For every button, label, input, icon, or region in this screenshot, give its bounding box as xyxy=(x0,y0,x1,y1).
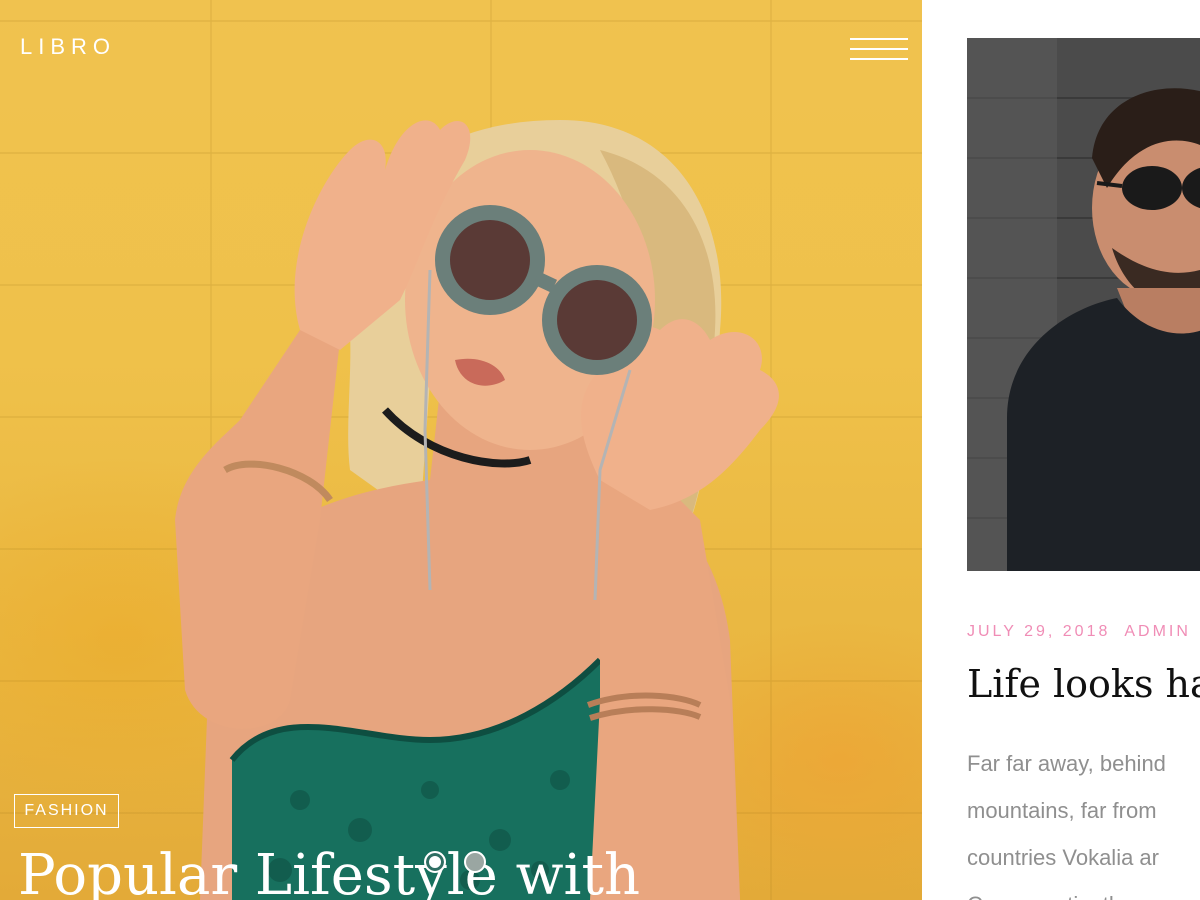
slider-dot-1[interactable] xyxy=(424,851,446,873)
hamburger-menu-icon[interactable] xyxy=(850,38,910,66)
slider-dots xyxy=(424,851,486,873)
man-portrait-photo xyxy=(967,38,1200,571)
hero-section: LIBRO FASHION Popular Lifestyle with xyxy=(0,0,922,900)
hero-photo xyxy=(175,120,779,900)
post-card: JULY 29, 2018 ADMIN Life looks hap Far fa… xyxy=(922,0,1200,900)
post-image[interactable] xyxy=(967,38,1200,571)
post-author-link[interactable]: ADMIN xyxy=(1124,623,1191,640)
slider-dot-2[interactable] xyxy=(464,851,486,873)
hero-title[interactable]: Popular Lifestyle with xyxy=(18,848,640,900)
post-meta: JULY 29, 2018 ADMIN xyxy=(967,623,1191,641)
category-badge[interactable]: FASHION xyxy=(14,794,119,828)
site-logo[interactable]: LIBRO xyxy=(20,34,116,60)
post-excerpt: Far far away, behind mountains, far from… xyxy=(967,740,1200,900)
post-title[interactable]: Life looks hap xyxy=(967,662,1200,706)
excerpt-line: Far far away, behind xyxy=(967,751,1166,776)
excerpt-line: mountains, far from xyxy=(967,798,1157,823)
excerpt-line: countries Vokalia ar xyxy=(967,845,1159,870)
post-date: JULY 29, 2018 xyxy=(967,623,1111,640)
excerpt-line: Consonantia, there xyxy=(967,881,1200,900)
